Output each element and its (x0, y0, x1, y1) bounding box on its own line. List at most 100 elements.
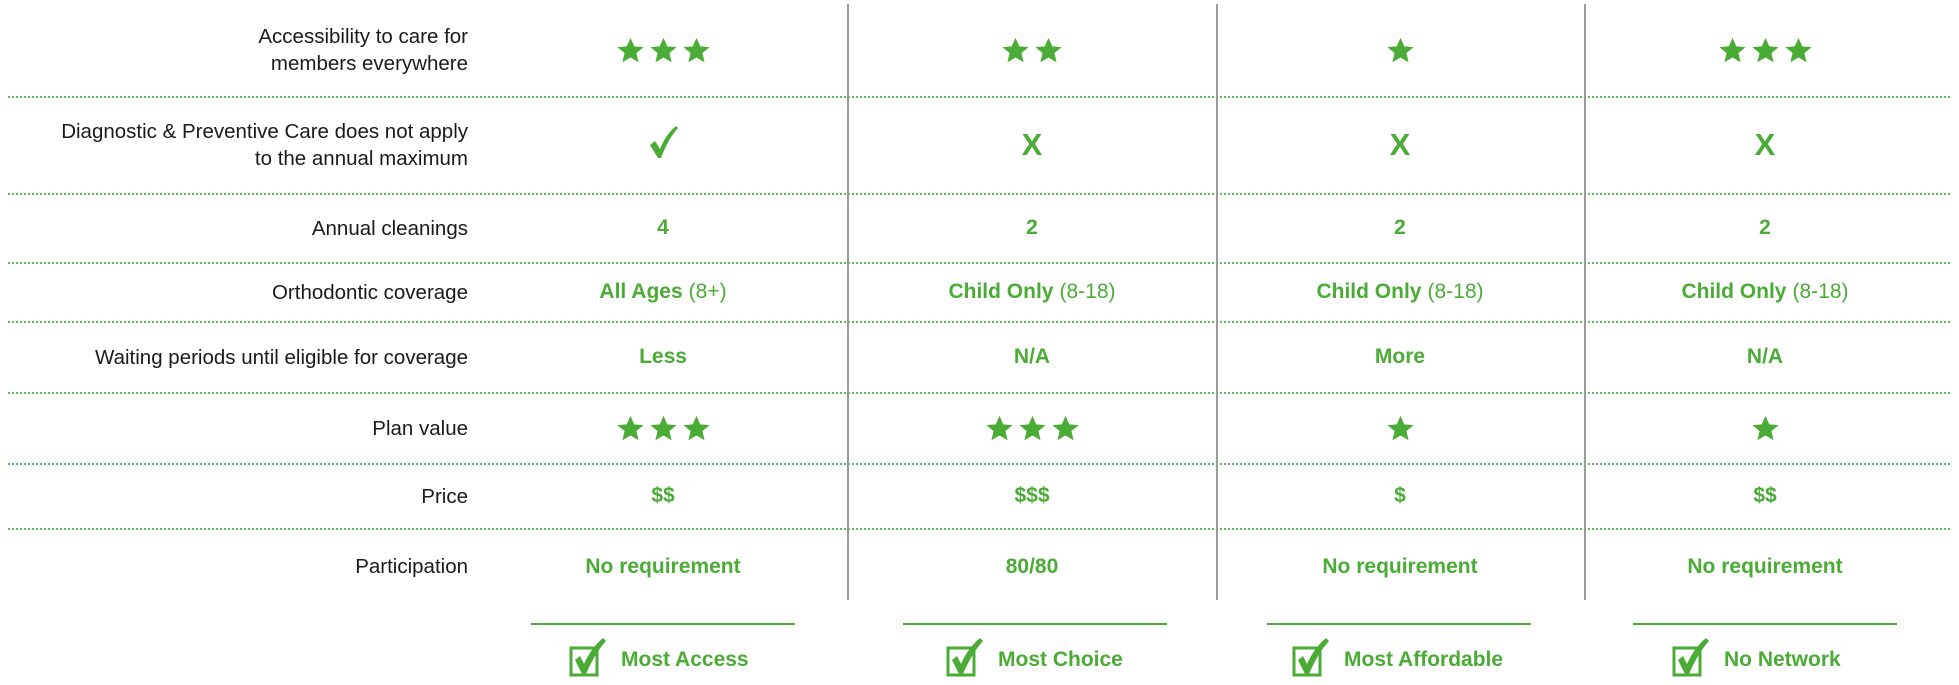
row-label-line: Price (421, 484, 468, 508)
table-cell: No requirement (1220, 529, 1580, 604)
table-row: Participation No requirement 80/80 No requi… (0, 529, 1959, 604)
cell-value: 80/80 (1005, 554, 1059, 578)
table-cell: Child Only (8-18) (852, 263, 1212, 321)
cell-value: No requirement (585, 554, 741, 578)
cell-value: Child Only (1316, 280, 1422, 303)
table-cell (1585, 393, 1945, 463)
checkbox-icon (1292, 636, 1330, 684)
star-icon (1386, 415, 1414, 440)
table-cell: $$ (483, 464, 843, 528)
cell-value: X (1754, 127, 1776, 162)
row-label-line: Waiting periods until eligible for cover… (95, 345, 468, 369)
cell-value: N/A (1746, 345, 1784, 368)
cell-age-range: (8+) (688, 280, 727, 303)
cell-value: N/A (1013, 345, 1051, 368)
row-label-line: members everywhere (270, 52, 468, 75)
plan-tag-label: Most Choice (998, 648, 1123, 671)
table-cell: N/A (1585, 322, 1945, 392)
cell-value: 2 (1026, 216, 1038, 239)
table-row: Diagnostic & Preventive Care does not ap… (0, 97, 1959, 193)
check-icon (647, 124, 679, 166)
table-cell: No requirement (483, 529, 843, 604)
footer-underline (903, 623, 1167, 625)
table-cell: 4 (483, 194, 843, 262)
star-rating (1386, 414, 1415, 443)
table-cell (483, 4, 843, 96)
star-icon (1751, 37, 1779, 62)
star-icon (616, 37, 644, 62)
plan-tag: Most Access (569, 636, 749, 684)
table-cell: All Ages (8+) (483, 263, 843, 321)
table-cell: $$$ (852, 464, 1212, 528)
row-label: Diagnostic & Preventive Care does not ap… (8, 97, 468, 193)
row-label-line: to the annual maximum (254, 147, 468, 170)
star-icon (649, 37, 677, 62)
cell-value: Less (639, 345, 687, 368)
star-icon (682, 37, 710, 62)
star-rating (1001, 36, 1063, 65)
table-cell: X (852, 97, 1212, 193)
star-rating (985, 414, 1080, 443)
star-icon (1751, 415, 1779, 440)
table-cell (483, 97, 843, 193)
cell-value: 4 (657, 216, 669, 239)
row-label: Price (8, 464, 468, 528)
table-cell (1220, 393, 1580, 463)
cell-value: X (1021, 127, 1043, 162)
cell-value: $$ (651, 484, 675, 507)
row-label-line: Participation (355, 555, 468, 578)
plan-tag-label: Most Affordable (1344, 648, 1504, 671)
table-cell (852, 393, 1212, 463)
plan-tag: Most Choice (946, 636, 1123, 684)
table-row: Orthodontic coverage All Ages (8+) Child On… (0, 263, 1959, 321)
table-cell (1585, 4, 1945, 96)
cell-value: 2 (1394, 216, 1406, 239)
star-icon (1002, 37, 1029, 62)
table-cell: X (1220, 97, 1580, 193)
cell-value: No requirement (1322, 554, 1478, 578)
cell-value: Child Only (948, 280, 1054, 303)
table-cell: X (1585, 97, 1945, 193)
star-icon (1035, 37, 1062, 62)
table-cell (483, 393, 843, 463)
cell-age-range: (8-18) (1792, 280, 1849, 303)
cell-value: No requirement (1687, 554, 1843, 578)
checkbox-icon (946, 636, 984, 684)
star-icon (1018, 415, 1046, 440)
table-cell: 80/80 (852, 529, 1212, 604)
table-row: Accessibility to care for members everywh… (0, 4, 1959, 96)
table-cell: Child Only (8-18) (1585, 263, 1945, 321)
plan-tag: Most Affordable (1292, 636, 1504, 684)
plan-tag-label: Most Access (621, 648, 749, 671)
cell-value: Child Only (1681, 280, 1787, 303)
cell-value: 2 (1759, 216, 1771, 239)
row-label: Participation (8, 529, 468, 604)
cell-age-range: (8-18) (1059, 280, 1116, 303)
table-row: Plan value (0, 393, 1959, 463)
star-rating (1386, 36, 1415, 65)
star-icon (649, 415, 677, 440)
row-label-line: Accessibility to care for (258, 25, 468, 48)
star-icon (682, 415, 710, 440)
table-cell: 2 (1585, 194, 1945, 262)
star-icon (985, 415, 1013, 440)
row-label: Annual cleanings (8, 194, 468, 262)
table-cell: $ (1220, 464, 1580, 528)
table-cell: More (1220, 322, 1580, 392)
table-cell: 2 (1220, 194, 1580, 262)
row-label: Accessibility to care for members everywh… (8, 4, 468, 96)
table-cell (1220, 4, 1580, 96)
star-icon (616, 415, 644, 440)
cell-value: $$ (1753, 484, 1777, 507)
row-label: Waiting periods until eligible for cover… (8, 322, 468, 392)
row-label-line: Diagnostic & Preventive Care does not ap… (61, 120, 468, 143)
plan-tag-label: No Network (1724, 648, 1841, 671)
cell-value: X (1389, 127, 1411, 162)
table-cell: 2 (852, 194, 1212, 262)
cell-age-range: (8-18) (1427, 280, 1484, 303)
table-row: Waiting periods until eligible for cover… (0, 322, 1959, 392)
cell-value: All Ages (599, 280, 683, 303)
table-cell: $$ (1585, 464, 1945, 528)
checkbox-icon (569, 636, 607, 684)
star-rating (616, 36, 711, 65)
